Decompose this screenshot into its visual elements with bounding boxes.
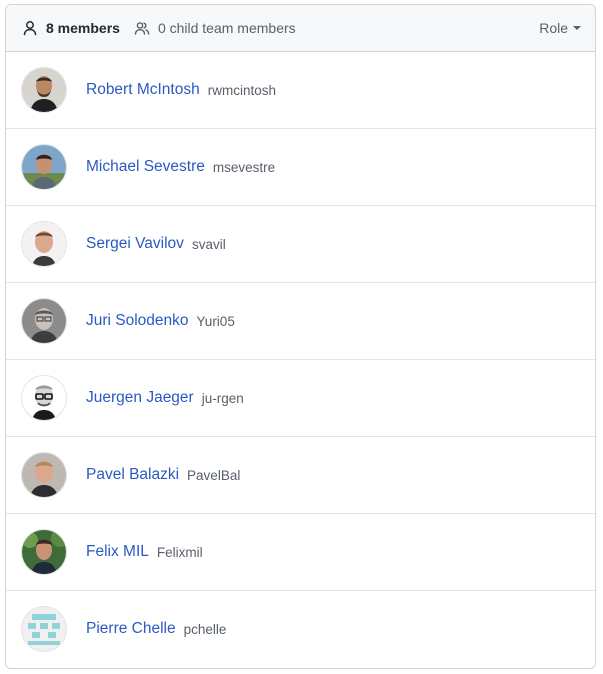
members-header: 8 members 0 child team members Role: [6, 5, 595, 52]
member-login: Yuri05: [196, 313, 235, 329]
avatar[interactable]: [21, 606, 67, 652]
member-name-link[interactable]: Michael Sevestre: [86, 158, 205, 176]
member-row: Michael Sevestre msevestre: [6, 129, 595, 206]
child-team-members-label: 0 child team members: [157, 20, 296, 36]
member-row: Pavel Balazki PavelBal: [6, 437, 595, 514]
member-login: ju-rgen: [201, 390, 244, 406]
member-login: Felixmil: [156, 544, 203, 560]
avatar[interactable]: [21, 221, 67, 267]
avatar[interactable]: [21, 298, 67, 344]
member-row: Robert McIntosh rwmcintosh: [6, 52, 595, 129]
avatar[interactable]: [21, 375, 67, 421]
member-name-link[interactable]: Robert McIntosh: [86, 81, 200, 99]
people-icon: [134, 22, 150, 35]
avatar-image: [22, 299, 66, 343]
avatar-image: [22, 530, 66, 574]
caret-down-icon: [573, 26, 581, 30]
avatar-image: [22, 453, 66, 497]
avatar-image: [22, 222, 66, 266]
member-login: pchelle: [183, 621, 227, 637]
tab-child-team-members[interactable]: 0 child team members: [134, 20, 296, 36]
members-count-label: 8 members: [46, 20, 120, 36]
member-row: Juergen Jaeger ju-rgen: [6, 360, 595, 437]
avatar[interactable]: [21, 452, 67, 498]
member-row: Sergei Vavilov svavil: [6, 206, 595, 283]
member-name-link[interactable]: Juri Solodenko: [86, 312, 189, 330]
member-name-link[interactable]: Pavel Balazki: [86, 466, 179, 484]
member-name-link[interactable]: Pierre Chelle: [86, 620, 176, 638]
avatar-image: [22, 376, 66, 420]
avatar[interactable]: [21, 529, 67, 575]
member-login: rwmcintosh: [207, 82, 276, 98]
role-dropdown[interactable]: Role: [539, 20, 581, 36]
avatar-image: [22, 145, 66, 189]
member-row: Pierre Chelle pchelle: [6, 591, 595, 667]
avatar[interactable]: [21, 144, 67, 190]
member-row: Felix MIL Felixmil: [6, 514, 595, 591]
member-login: svavil: [191, 236, 226, 252]
member-login: PavelBal: [187, 467, 241, 483]
role-dropdown-label: Role: [539, 20, 568, 36]
team-members-panel: 8 members 0 child team members Role Robe…: [5, 4, 596, 669]
identicon: [22, 607, 66, 651]
member-name-link[interactable]: Juergen Jaeger: [86, 389, 194, 407]
member-row: Juri Solodenko Yuri05: [6, 283, 595, 360]
avatar[interactable]: [21, 67, 67, 113]
member-name-link[interactable]: Felix MIL: [86, 543, 149, 561]
person-icon: [23, 21, 37, 36]
avatar-image: [22, 68, 66, 112]
member-name-link[interactable]: Sergei Vavilov: [86, 235, 184, 253]
tab-members[interactable]: 8 members: [22, 20, 120, 36]
member-login: msevestre: [212, 159, 276, 175]
